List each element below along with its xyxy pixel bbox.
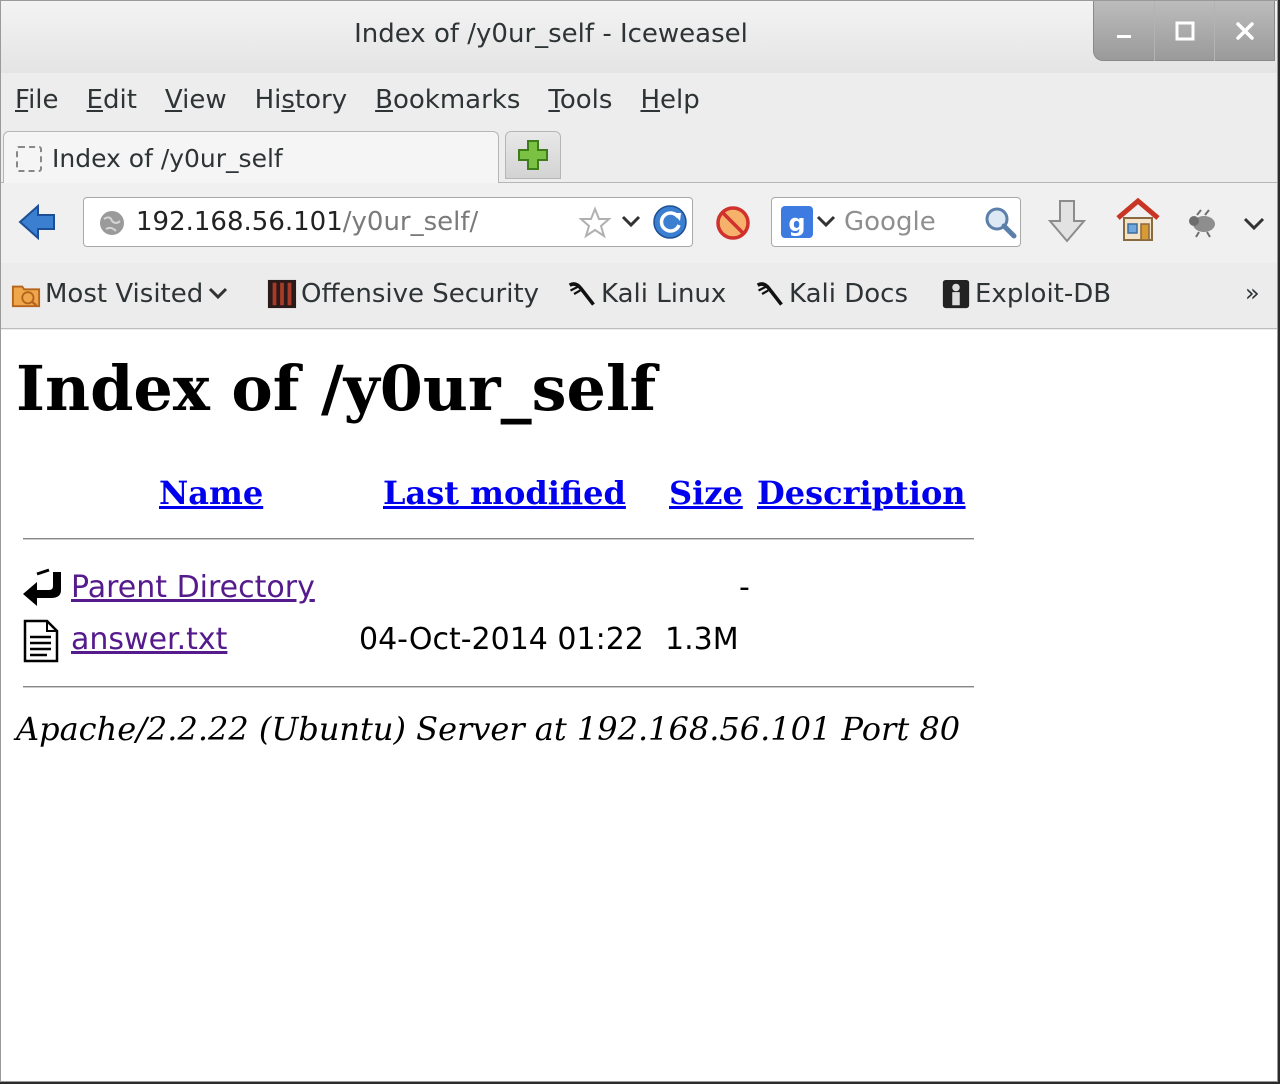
magnifier-icon[interactable] bbox=[982, 204, 1018, 240]
reload-icon[interactable] bbox=[652, 204, 688, 240]
home-button[interactable] bbox=[1113, 195, 1163, 245]
bookmark-star-icon[interactable] bbox=[578, 206, 612, 240]
noscript-blocked-icon bbox=[716, 206, 750, 240]
text-file-icon bbox=[23, 619, 59, 663]
kali-dragon-icon bbox=[567, 277, 597, 311]
plus-icon bbox=[518, 140, 548, 170]
menu-history[interactable]: History bbox=[255, 85, 348, 115]
window-controls bbox=[1093, 1, 1275, 61]
bookmark-exploit-db[interactable]: Exploit-DB bbox=[941, 277, 1111, 311]
close-icon bbox=[1235, 22, 1254, 40]
back-arrow-icon bbox=[18, 203, 55, 241]
browser-window: Index of /y0ur_self - Iceweasel File Edi… bbox=[0, 0, 1278, 1082]
menu-help[interactable]: Help bbox=[640, 85, 699, 115]
column-header-description[interactable]: Description bbox=[757, 474, 966, 512]
url-path: /y0ur_self/ bbox=[342, 207, 479, 237]
menu-view[interactable]: View bbox=[165, 85, 227, 115]
bookmark-kali-docs[interactable]: Kali Docs bbox=[755, 277, 908, 311]
file-link[interactable]: answer.txt bbox=[71, 622, 227, 657]
kali-dragon-icon bbox=[755, 277, 785, 311]
offensive-security-icon bbox=[267, 277, 297, 311]
url-bar[interactable]: 192.168.56.101/y0ur_self/ bbox=[83, 197, 693, 247]
globe-icon bbox=[100, 211, 124, 235]
minimize-button[interactable] bbox=[1094, 1, 1154, 61]
exploit-db-icon bbox=[941, 277, 971, 311]
search-bar[interactable]: g bbox=[771, 197, 1021, 247]
divider-bottom bbox=[23, 686, 974, 688]
search-input[interactable] bbox=[844, 206, 974, 238]
close-button[interactable] bbox=[1214, 1, 1274, 61]
server-signature: Apache/2.2.22 (Ubuntu) Server at 192.168… bbox=[16, 710, 961, 748]
menu-edit[interactable]: Edit bbox=[87, 85, 137, 115]
page-content: Index of /y0ur_self Name Last modified S… bbox=[1, 330, 1277, 1081]
bookmark-most-visited[interactable]: Most Visited bbox=[11, 277, 229, 311]
bookmark-label: Kali Docs bbox=[789, 279, 909, 309]
minimize-icon bbox=[1117, 35, 1131, 38]
firebug-button[interactable] bbox=[1183, 203, 1223, 243]
column-header-name[interactable]: Name bbox=[159, 474, 263, 512]
window-title: Index of /y0ur_self - Iceweasel bbox=[354, 19, 748, 49]
chevron-down-icon bbox=[209, 287, 228, 300]
row-last-modified: 04-Oct-2014 01:22 bbox=[359, 622, 644, 657]
menu-tools[interactable]: Tools bbox=[548, 85, 612, 115]
parent-directory-link[interactable]: Parent Directory bbox=[71, 570, 315, 605]
svg-text:g: g bbox=[788, 209, 805, 237]
back-button[interactable] bbox=[15, 199, 59, 245]
download-arrow-icon bbox=[1047, 200, 1087, 243]
tab-active[interactable]: Index of /y0ur_self bbox=[3, 131, 499, 185]
bookmark-offensive-security[interactable]: Offensive Security bbox=[267, 277, 539, 311]
bookmark-label: Offensive Security bbox=[301, 279, 540, 309]
most-visited-folder-icon bbox=[11, 277, 41, 311]
menu-file[interactable]: File bbox=[15, 85, 59, 115]
page-heading: Index of /y0ur_self bbox=[16, 352, 657, 425]
divider-top bbox=[23, 538, 974, 540]
google-engine-icon[interactable]: g bbox=[780, 205, 814, 239]
new-tab-button[interactable] bbox=[505, 131, 561, 179]
bookmark-label: Exploit-DB bbox=[975, 279, 1112, 309]
engine-chevron-down-icon[interactable] bbox=[816, 212, 836, 232]
bookmark-label: Most Visited bbox=[45, 279, 204, 309]
toolbar-overflow-button[interactable] bbox=[1239, 209, 1269, 239]
chevron-down-icon[interactable] bbox=[620, 212, 642, 232]
bookmarks-overflow-button[interactable]: » bbox=[1245, 279, 1260, 307]
menu-bar: File Edit View History Bookmarks Tools H… bbox=[1, 73, 728, 127]
page-favicon-icon bbox=[16, 145, 42, 172]
parent-directory-icon bbox=[23, 568, 61, 606]
tab-title: Index of /y0ur_self bbox=[52, 144, 283, 173]
maximize-button[interactable] bbox=[1154, 1, 1214, 61]
bookmarks-toolbar: Most Visited Offensive Security Kali Lin… bbox=[1, 263, 1277, 329]
url-text[interactable]: 192.168.56.101/y0ur_self/ bbox=[136, 207, 478, 237]
bug-icon bbox=[1189, 209, 1215, 238]
title-bar[interactable]: Index of /y0ur_self - Iceweasel bbox=[1, 1, 1277, 73]
column-header-size[interactable]: Size bbox=[669, 474, 743, 512]
menu-bookmarks[interactable]: Bookmarks bbox=[375, 85, 520, 115]
home-icon bbox=[1116, 197, 1160, 241]
url-host: 192.168.56.101 bbox=[136, 207, 343, 237]
column-header-last-modified[interactable]: Last modified bbox=[383, 474, 626, 512]
maximize-icon bbox=[1175, 21, 1194, 41]
noscript-button[interactable] bbox=[713, 203, 753, 243]
bookmark-label: Kali Linux bbox=[601, 279, 727, 309]
row-size: - bbox=[739, 570, 750, 605]
navigation-toolbar: 192.168.56.101/y0ur_self/ g bbox=[1, 183, 1277, 263]
row-size: 1.3M bbox=[665, 622, 739, 657]
tab-strip: Index of /y0ur_self bbox=[1, 127, 1277, 185]
bookmark-kali-linux[interactable]: Kali Linux bbox=[567, 277, 726, 311]
chevron-down-icon bbox=[1243, 217, 1265, 231]
downloads-button[interactable] bbox=[1045, 197, 1089, 247]
